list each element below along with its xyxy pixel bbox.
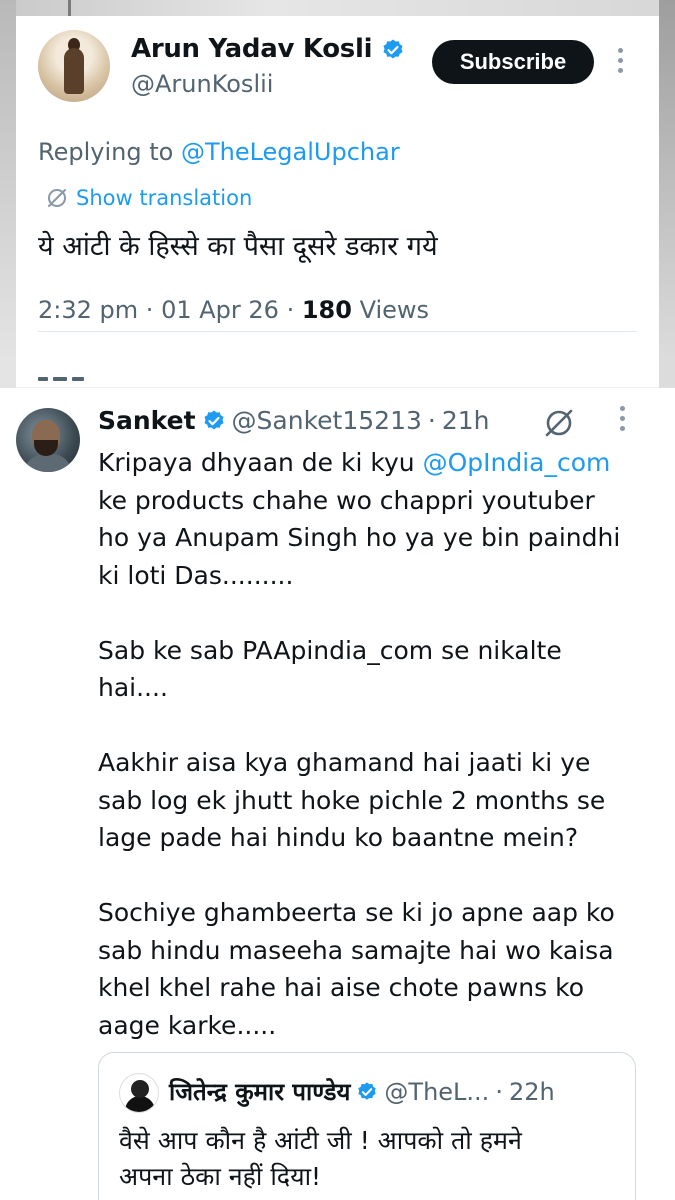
author-handle[interactable]: @Sanket15213 (232, 406, 422, 435)
verified-badge-icon (383, 39, 403, 58)
subscribe-button[interactable]: Subscribe (432, 40, 594, 84)
verified-badge-icon (204, 410, 224, 429)
quoted-tweet-text: वैसे आप कौन है आंटी जी ! आपको तो हमने अप… (119, 1123, 619, 1195)
tweet-line: aage karke..... (98, 1010, 277, 1040)
header-separator: · (495, 1077, 503, 1106)
author-handle[interactable]: @TheL... (384, 1078, 489, 1106)
avatar[interactable] (16, 408, 80, 472)
author-name[interactable]: Arun Yadav Kosli (131, 34, 405, 64)
tweet-time[interactable]: 22h (509, 1078, 555, 1106)
show-translation-button[interactable]: Show translation (46, 186, 252, 210)
tweet-meta: 2:32 pm · 01 Apr 26 · 180 Views (38, 296, 429, 324)
verified-badge-icon (358, 1081, 377, 1100)
avatar-body (125, 1096, 155, 1112)
tweet-date[interactable]: 01 Apr 26 (161, 296, 279, 324)
tweet-line: sab log ek jhutt hoke pichle 2 months se (98, 785, 606, 815)
tweet-line: sab hindu maseeha samajte hai wo kaisa (98, 935, 614, 965)
no-translate-icon (48, 189, 66, 207)
author-name-text[interactable]: Arun Yadav Kosli (131, 34, 373, 64)
tweet-text: Kripaya dhyaan de ki kyu @OpIndia_com ke… (98, 444, 638, 1044)
tweet-line: Aakhir aisa kya ghamand hai jaati ki ye (98, 748, 591, 777)
meta-separator: · (145, 296, 154, 324)
more-vertical-icon[interactable] (612, 48, 628, 78)
avatar-body (24, 454, 72, 472)
no-translate-icon[interactable] (542, 406, 576, 444)
author-handle[interactable]: @ArunKoslii (131, 70, 273, 98)
tweet-time[interactable]: 21h (442, 406, 490, 435)
tweet-line: lage pade hai hindu ko baantne mein? (98, 823, 579, 852)
quoted-tweet[interactable]: जितेन्द्र कुमार पाण्डेय @TheL... · 22h व… (98, 1052, 636, 1200)
tweet-line: अपना ठेका नहीं दिया! (119, 1162, 322, 1191)
show-translation-label[interactable]: Show translation (76, 186, 252, 210)
cut-off-content (38, 366, 98, 381)
tweet-line: hai.... (98, 673, 168, 702)
tweet-line: Kripaya dhyaan de ki kyu @OpIndia_com (98, 444, 638, 482)
tweet-line: ki loti Das......... (98, 560, 294, 590)
tweet-line-text: Kripaya dhyaan de ki kyu (98, 448, 423, 477)
avatar[interactable] (119, 1073, 159, 1113)
views-label: Views (359, 296, 430, 324)
replying-to-link[interactable]: @TheLegalUpchar (181, 138, 400, 166)
replying-prefix: Replying to (38, 138, 174, 166)
tweet-text: ये आंटी के हिस्से का पैसा दूसरे डकार गये (38, 231, 438, 262)
tweet-line: Sochiye ghambeerta se ki jo apne aap ko (98, 898, 615, 927)
tweet-line: Sab ke sab PAApindia_com se nikalte (98, 635, 562, 665)
avatar-head (131, 1080, 149, 1098)
mention-link[interactable]: @OpIndia_com (423, 448, 611, 477)
author-name[interactable]: जितेन्द्र कुमार पाण्डेय (169, 1075, 350, 1108)
tweet-header: Sanket @Sanket15213 · 21h (98, 406, 490, 435)
tweet-line: ke products chahe wo chappri youtuber (98, 485, 595, 515)
replying-to: Replying to @TheLegalUpchar (38, 138, 400, 166)
tweet-line: ho ya Anupam Singh ho ya ye bin paindhi (98, 523, 621, 552)
meta-separator: · (286, 296, 295, 324)
quoted-tweet-header: जितेन्द्र कुमार पाण्डेय @TheL... · 22h (169, 1075, 555, 1108)
author-name[interactable]: Sanket (98, 406, 196, 435)
avatar-figure (64, 48, 84, 94)
tweet-card[interactable]: Sanket @Sanket15213 · 21h Kripaya dhyaan… (0, 388, 675, 1200)
avatar[interactable] (38, 30, 110, 102)
more-vertical-icon[interactable] (614, 406, 630, 436)
tweet-line: khel khel rahe hai aise chote pawns ko (98, 973, 584, 1002)
reply-tweet-card: Arun Yadav Kosli @ArunKoslii Subscribe R… (16, 16, 659, 388)
tweet-line: वैसे आप कौन है आंटी जी ! आपको तो हमने (119, 1126, 522, 1155)
tweet-time[interactable]: 2:32 pm (38, 296, 138, 324)
views-count: 180 (301, 296, 352, 324)
header-separator: · (427, 406, 436, 435)
divider (38, 331, 637, 332)
